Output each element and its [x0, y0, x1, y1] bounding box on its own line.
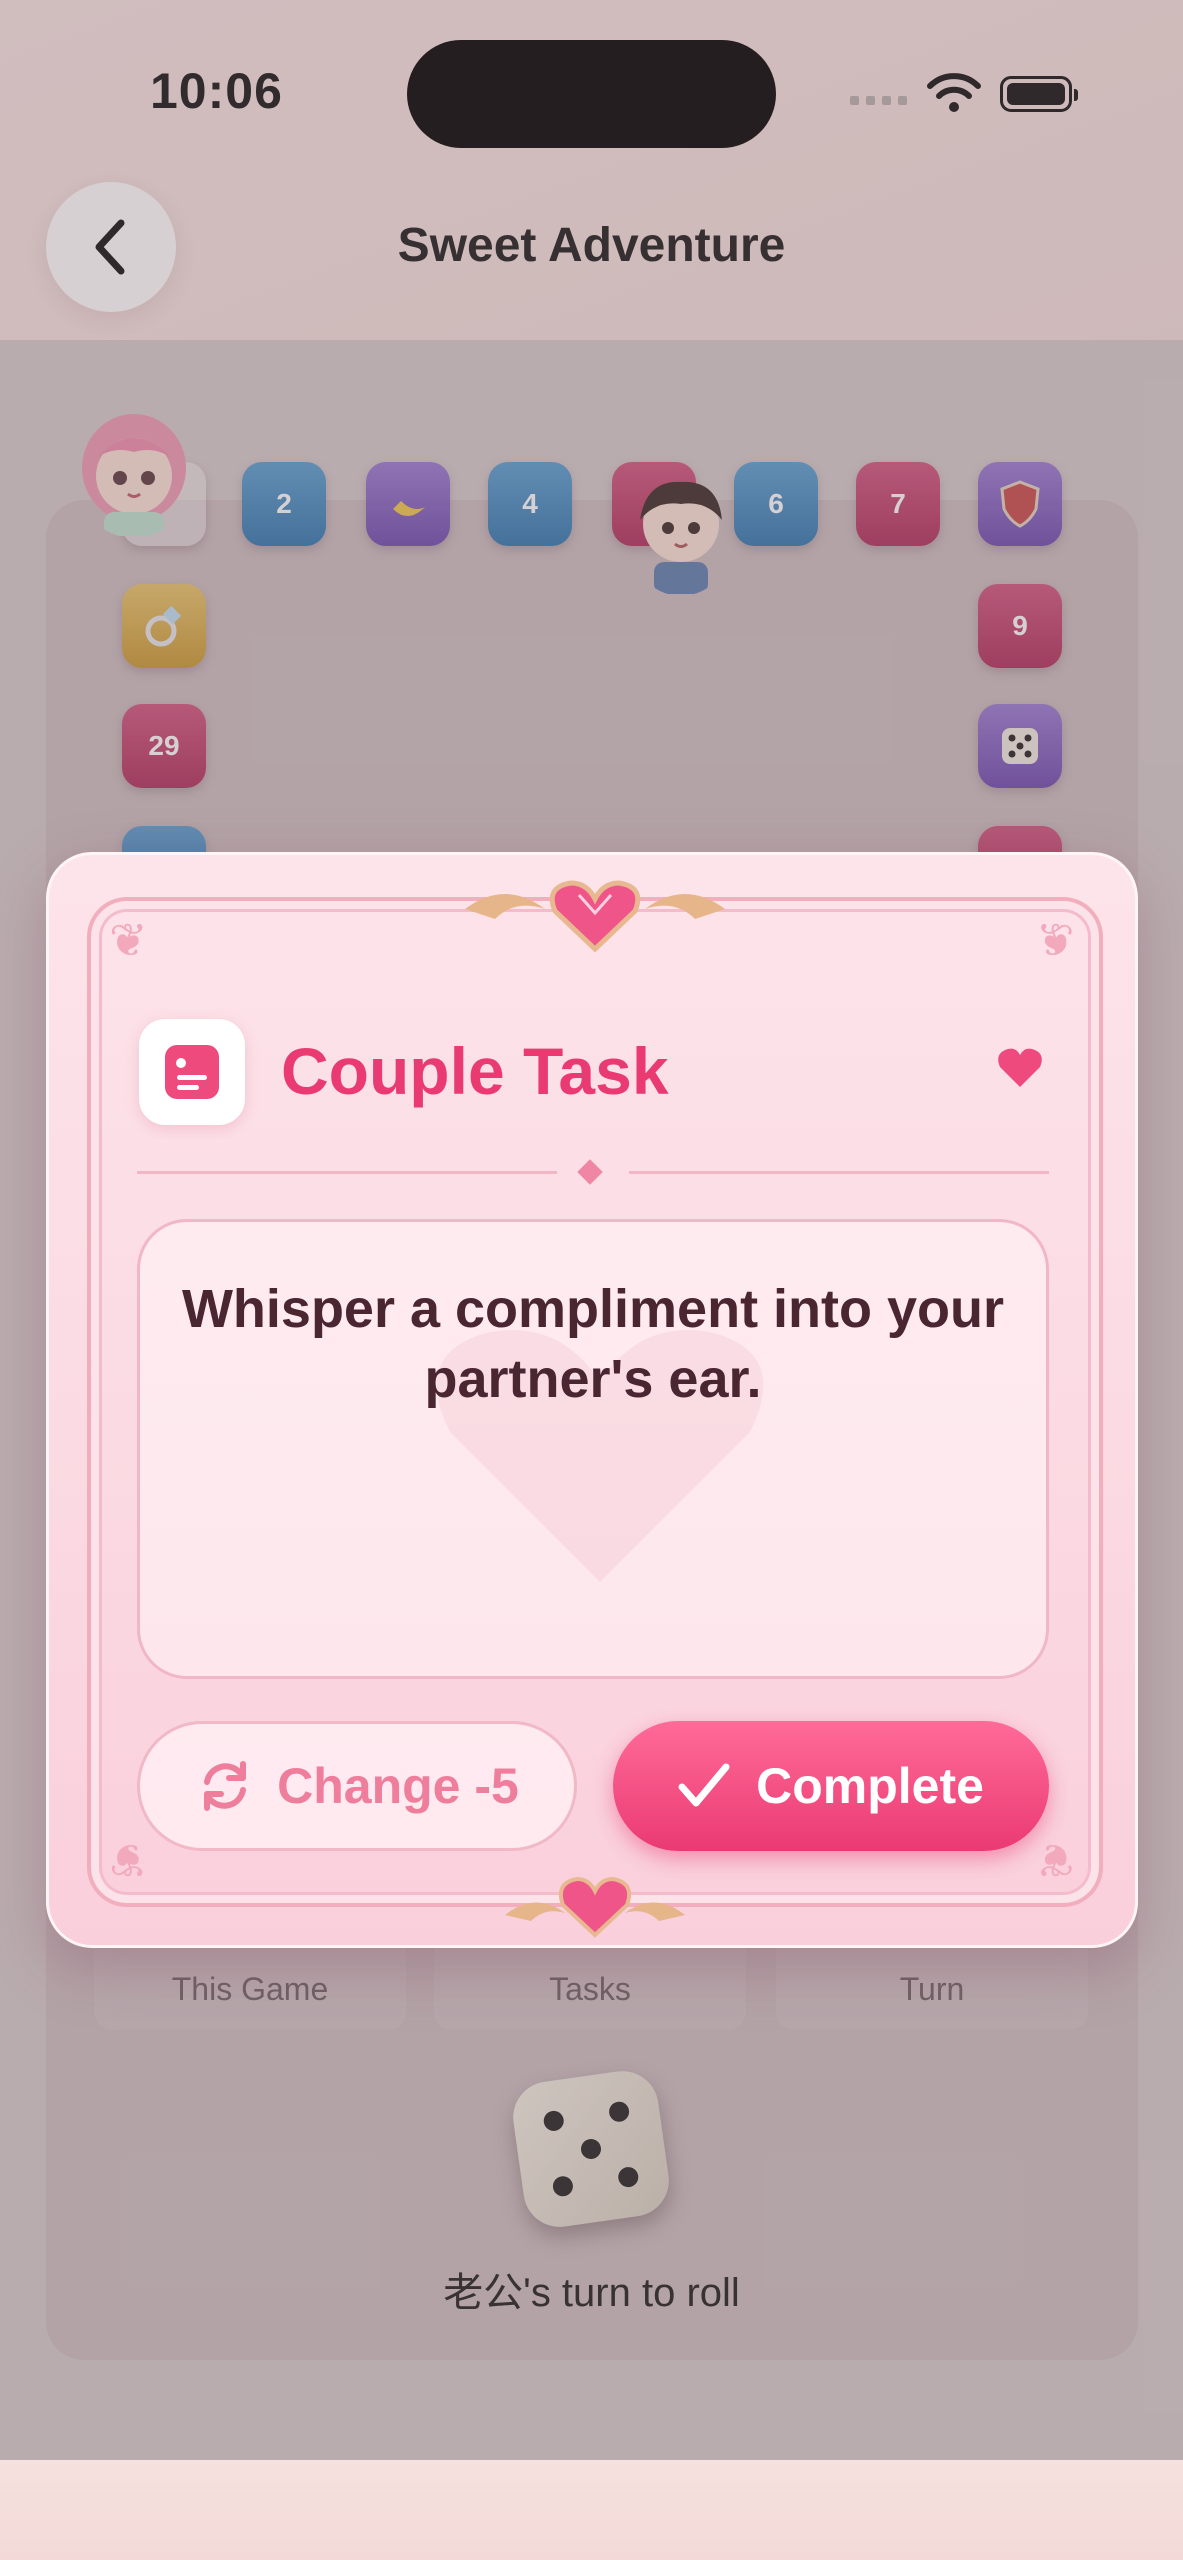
board-tile: 4: [488, 462, 572, 546]
ring-icon: [145, 605, 182, 647]
stat-label: This Game: [171, 1971, 329, 2007]
heart-gem-bottom-icon: [505, 1876, 685, 1938]
page-title: Sweet Adventure: [397, 219, 786, 272]
corner-ornament-icon: ❦: [1036, 1834, 1075, 1886]
roll-dice-button[interactable]: [508, 2066, 674, 2232]
corner-ornament-icon: ❦: [1036, 914, 1075, 966]
wife-avatar: [82, 414, 186, 536]
husband-avatar: [640, 481, 722, 594]
dice-pip: [579, 2137, 603, 2161]
checkmark-icon: [678, 1763, 730, 1807]
turn-prompt: 老公's turn to roll: [443, 2271, 740, 2315]
divider-line: [137, 1171, 557, 1174]
board-tile: [978, 462, 1062, 546]
board-tile: 6: [734, 462, 818, 546]
heart-icon: [998, 1048, 1042, 1087]
board-tile: [978, 704, 1062, 788]
cellular-signal-icon: [850, 96, 907, 105]
corner-ornament-icon: ❦: [109, 1834, 148, 1886]
banana-icon: [393, 501, 425, 517]
board-tile: [122, 584, 206, 668]
board-tile: 2: [242, 462, 326, 546]
task-card-icon: [139, 1019, 245, 1125]
dice-icon: [1002, 728, 1038, 764]
change-task-button[interactable]: Change -5: [137, 1721, 577, 1851]
heart-gem-icon: [465, 880, 725, 953]
change-button-label: Change -5: [277, 1758, 519, 1814]
status-time: 10:06: [150, 63, 283, 119]
dice-pip: [616, 2165, 640, 2189]
corner-ornament-icon: ❦: [109, 914, 148, 966]
board-tile: 9: [978, 584, 1062, 668]
task-description: Whisper a compliment into your partner's…: [181, 1279, 1005, 1410]
refresh-icon: [204, 1761, 247, 1811]
couple-task-modal: ❦ ❦ ❦ ❦ Couple Task Whisper a compliment…: [46, 852, 1138, 1948]
divider-line: [629, 1171, 1049, 1174]
battery-icon: [1000, 76, 1078, 112]
wifi-icon: [927, 73, 981, 112]
task-text-box: Whisper a compliment into your partner's…: [137, 1219, 1049, 1679]
dice-pip: [542, 2109, 566, 2133]
board-tile: 29: [122, 704, 206, 788]
dynamic-island: [407, 40, 776, 148]
dice-pip: [551, 2174, 575, 2198]
complete-button-label: Complete: [756, 1758, 984, 1814]
shield-icon: [1000, 480, 1040, 528]
stat-label: Tasks: [549, 1971, 631, 2007]
board-tile: [366, 462, 450, 546]
stat-label: Turn: [899, 1971, 965, 2007]
bottom-background: [0, 2460, 1183, 2560]
note-icon: [165, 1045, 219, 1099]
board-tile: 7: [856, 462, 940, 546]
complete-task-button[interactable]: Complete: [613, 1721, 1049, 1851]
dice-pip: [607, 2100, 631, 2124]
modal-title: Couple Task: [281, 1034, 669, 1108]
